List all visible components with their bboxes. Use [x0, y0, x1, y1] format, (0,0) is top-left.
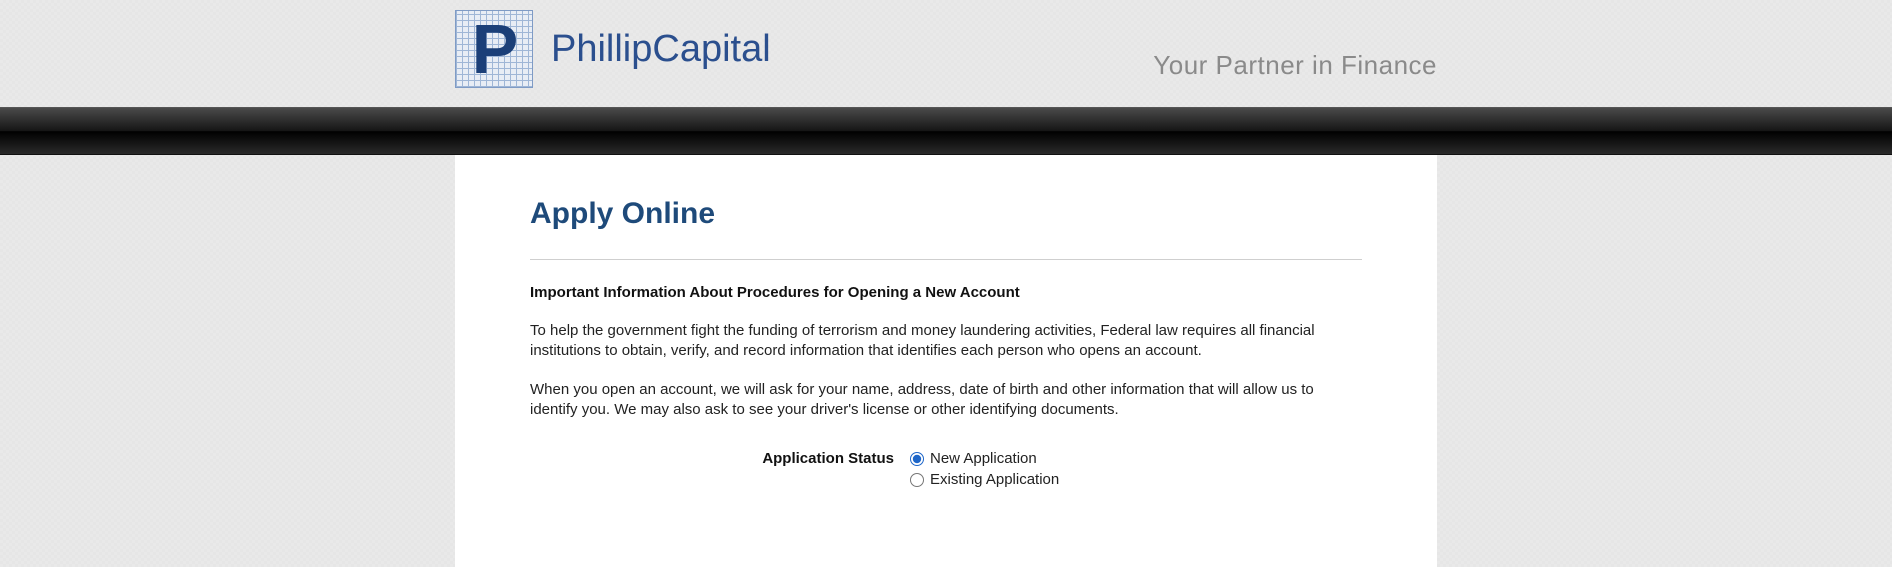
radio-option-existing[interactable]: Existing Application: [910, 471, 1059, 488]
brand-logo: P PhillipCapital: [455, 10, 771, 88]
tagline-text: Your Partner in Finance: [1153, 50, 1437, 81]
application-status-label: Application Status: [530, 450, 910, 488]
header: P PhillipCapital Your Partner in Finance: [0, 0, 1892, 107]
notice-paragraph-2: When you open an account, we will ask fo…: [530, 380, 1362, 421]
radio-existing-application[interactable]: [910, 473, 924, 487]
logo-letter: P: [472, 14, 517, 84]
application-status-options: New Application Existing Application: [910, 450, 1059, 488]
page-wrap: P PhillipCapital Your Partner in Finance…: [0, 0, 1892, 567]
radio-new-label: New Application: [930, 450, 1037, 467]
title-divider: [530, 259, 1362, 260]
top-navbar: [0, 107, 1892, 155]
application-status-row: Application Status New Application Exist…: [530, 450, 1362, 488]
page-title: Apply Online: [530, 197, 1362, 231]
main-content-card: Apply Online Important Information About…: [455, 155, 1437, 567]
radio-existing-label: Existing Application: [930, 471, 1059, 488]
notice-paragraph-1: To help the government fight the funding…: [530, 321, 1362, 362]
radio-option-new[interactable]: New Application: [910, 450, 1059, 467]
notice-heading: Important Information About Procedures f…: [530, 284, 1362, 301]
brand-name: PhillipCapital: [551, 28, 771, 71]
radio-new-application[interactable]: [910, 452, 924, 466]
header-inner: P PhillipCapital Your Partner in Finance: [455, 0, 1437, 107]
logo-mark-icon: P: [455, 10, 533, 88]
